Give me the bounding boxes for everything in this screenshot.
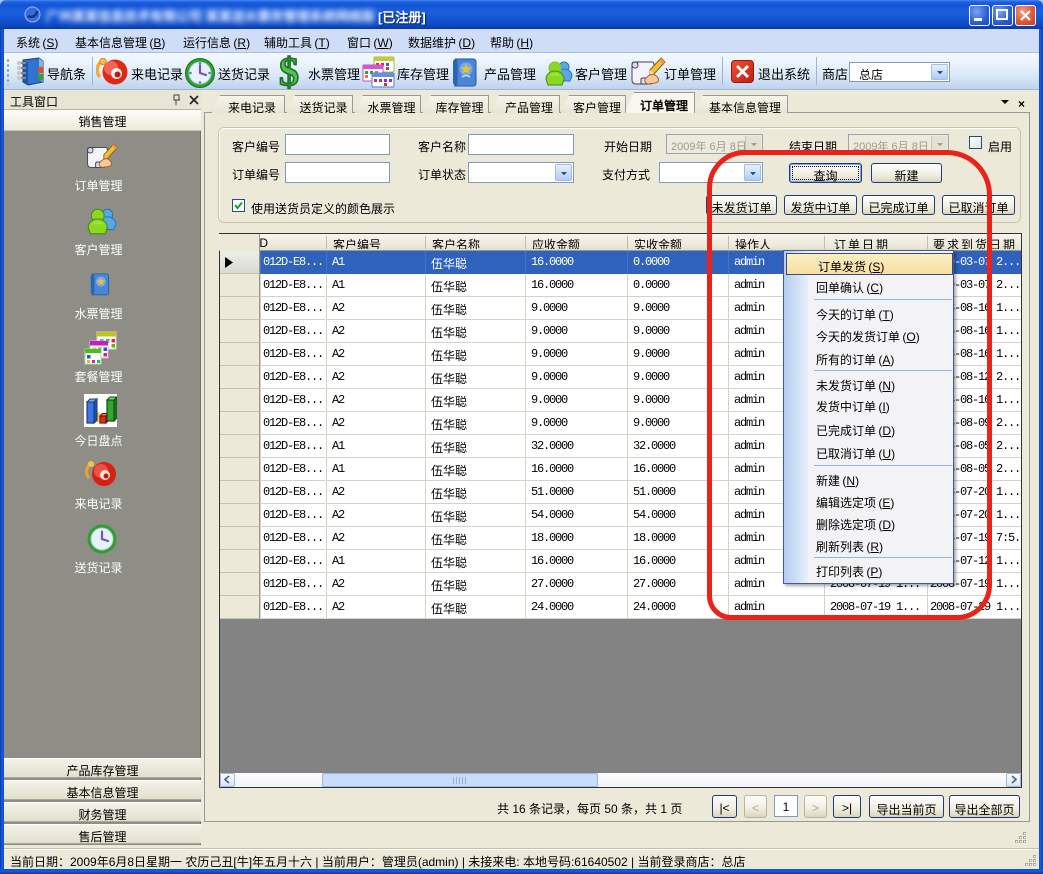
svg-text:$: $ [279, 54, 299, 90]
